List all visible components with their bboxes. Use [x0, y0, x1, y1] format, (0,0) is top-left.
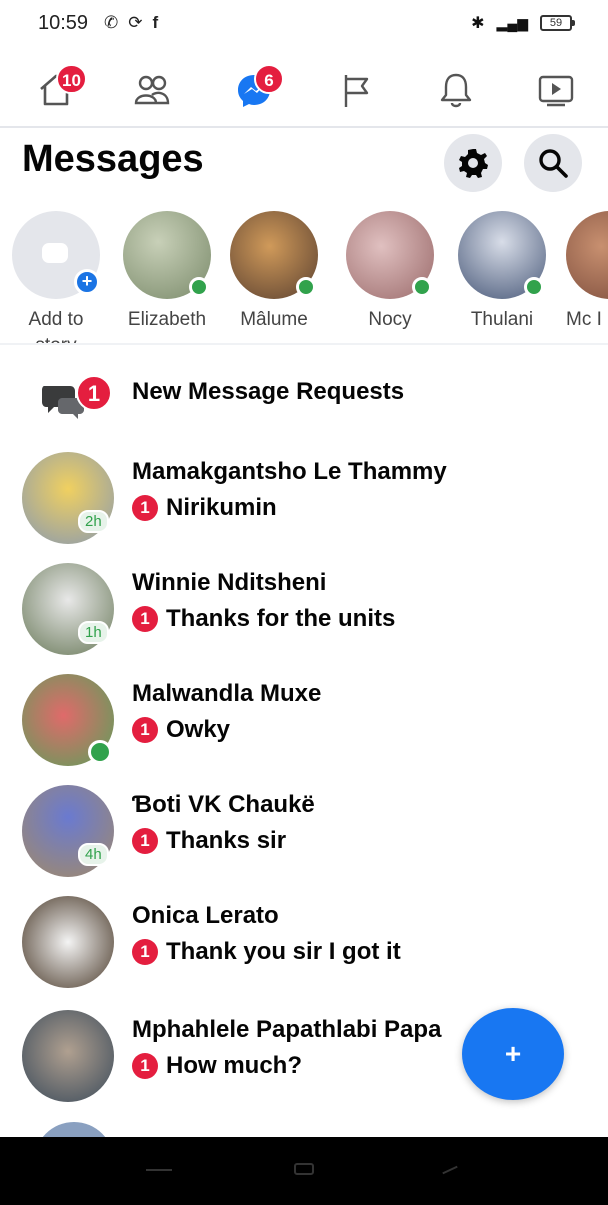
online-indicator: [412, 277, 432, 297]
flag-icon: [344, 75, 369, 107]
status-time: 10:59: [38, 12, 89, 34]
last-active-badge: 4h: [78, 843, 109, 866]
search-button[interactable]: [524, 134, 582, 192]
bluetooth-icon: ✱: [471, 15, 485, 32]
contact-name: Onica Lerato: [132, 902, 279, 929]
nav-pages[interactable]: [328, 62, 384, 118]
conversation-row[interactable]: 2h Mamakgantsho Le Thammy 1 Nirikumin: [0, 452, 608, 552]
sync-icon: ⟳: [128, 13, 143, 32]
contact-name: Mphahlele Papathlabi Papa: [132, 1016, 442, 1043]
story-thulani[interactable]: Thulani: [454, 211, 550, 333]
story-label: Nocy: [368, 309, 412, 330]
unread-badge: 1: [132, 495, 158, 521]
conversation-row[interactable]: Malwandla Muxe 1 Owky: [0, 674, 608, 774]
status-bar: 10:59 ✆ ⟳ f ✱ ▂▄▆ 59: [0, 0, 608, 48]
messages-header: Messages: [0, 130, 608, 194]
unread-badge: 1: [132, 939, 158, 965]
message-preview: 1 Nirikumin: [132, 494, 277, 522]
online-indicator: [189, 277, 209, 297]
page-title: Messages: [22, 138, 204, 180]
unread-badge: 1: [132, 717, 158, 743]
friends-icon: [134, 75, 170, 105]
contact-name: Winnie Nditsheni: [132, 569, 327, 596]
avatar: [22, 896, 114, 988]
home-button-icon[interactable]: [294, 1163, 314, 1175]
conversation-row[interactable]: 4h Ɓoti VK Chaukë 1 Thanks sir: [0, 785, 608, 885]
back-icon[interactable]: [442, 1165, 458, 1175]
story-mc[interactable]: Mc I: [562, 211, 608, 333]
menu-icon[interactable]: [146, 1169, 172, 1171]
nav-watch[interactable]: [528, 62, 584, 118]
unread-badge: 1: [132, 606, 158, 632]
settings-icon: [459, 149, 488, 178]
contact-name: Malwandla Muxe: [132, 680, 322, 707]
avatar: [346, 211, 434, 299]
requests-count-badge: 1: [76, 375, 112, 411]
battery-icon: 59: [540, 15, 575, 31]
requests-label: New Message Requests: [132, 378, 405, 405]
avatar: [566, 211, 608, 299]
add-story[interactable]: + Add to story: [8, 211, 104, 343]
contact-name: Ɓoti VK Chaukë: [132, 791, 315, 818]
signal-icon: ▂▄▆: [496, 14, 528, 31]
active-friends-row: + Add to story Elizabeth Mâlume Nocy Thu…: [0, 205, 608, 345]
conversation-row[interactable]: Onica Lerato 1 Thank you sir I got it: [0, 896, 608, 996]
story-nocy[interactable]: Nocy: [342, 211, 438, 333]
online-indicator: [296, 277, 316, 297]
story-label: Mâlume: [240, 309, 308, 330]
bell-icon: [440, 73, 472, 108]
conversation-row[interactable]: 1h Winnie Nditsheni 1 Thanks for the unit…: [0, 563, 608, 663]
unread-badge: 1: [132, 828, 158, 854]
system-nav-bar: [0, 1137, 608, 1205]
message-preview: 1 How much?: [132, 1052, 302, 1080]
nav-notifications[interactable]: [428, 62, 484, 118]
new-message-button[interactable]: +: [462, 1008, 564, 1100]
last-active-badge: 1h: [78, 621, 109, 644]
story-malume[interactable]: Mâlume: [226, 211, 322, 333]
avatar: [22, 1010, 114, 1102]
nav-messenger[interactable]: 6: [226, 62, 284, 118]
message-preview: 1 Thank you sir I got it: [132, 938, 401, 966]
message-preview: 1 Thanks sir: [132, 827, 286, 855]
whatsapp-icon: ✆: [104, 13, 119, 32]
avatar: [230, 211, 318, 299]
notification-badge: 10: [56, 64, 87, 94]
online-indicator: [524, 277, 544, 297]
avatar: [458, 211, 546, 299]
last-active-badge: 2h: [78, 510, 109, 533]
video-icon: [538, 75, 574, 107]
story-elizabeth[interactable]: Elizabeth: [119, 211, 215, 333]
notification-badge: 6: [254, 64, 284, 94]
story-label: Mc I: [566, 309, 602, 330]
message-preview: 1 Thanks for the units: [132, 605, 395, 633]
settings-button[interactable]: [444, 134, 502, 192]
nav-friends[interactable]: [124, 62, 180, 118]
add-story-avatar: +: [12, 211, 100, 299]
facebook-icon: f: [152, 13, 159, 32]
top-nav: 10 6: [0, 52, 608, 128]
online-indicator: [88, 740, 112, 764]
avatar: [123, 211, 211, 299]
search-icon: [539, 149, 568, 178]
plus-icon: +: [74, 269, 100, 295]
story-label: Elizabeth: [127, 309, 207, 330]
message-preview: 1 Owky: [132, 716, 230, 744]
message-requests-row[interactable]: 1 New Message Requests: [0, 360, 608, 430]
story-label: Add to story: [28, 309, 84, 343]
contact-name: Mamakgantsho Le Thammy: [132, 458, 447, 485]
nav-home[interactable]: 10: [28, 62, 87, 118]
story-label: Thulani: [470, 309, 534, 330]
unread-badge: 1: [132, 1053, 158, 1079]
